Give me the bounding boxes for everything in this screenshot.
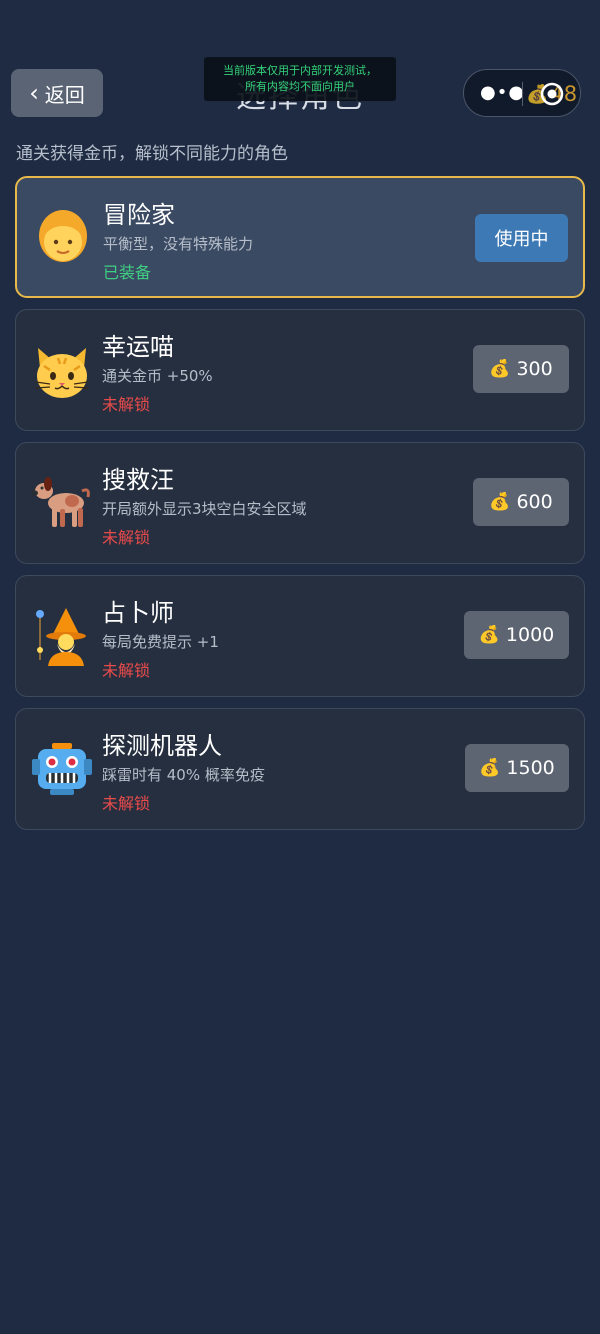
price-label: 300 — [516, 358, 553, 380]
character-desc: 踩雷时有 40% 概率免疫 — [102, 766, 265, 784]
robot-icon — [32, 743, 92, 795]
more-menu-icon[interactable]: ●•● — [480, 84, 525, 102]
debug-banner-line2: 所有内容均不面向用户 — [245, 80, 355, 93]
character-status: 未解锁 — [102, 395, 151, 414]
price-label: 600 — [516, 491, 553, 513]
debug-banner: 当前版本仅用于内部开发测试， 所有内容均不面向用户 — [204, 57, 396, 101]
wizard-icon — [36, 608, 86, 666]
character-desc: 通关金币 +50% — [102, 367, 213, 385]
character-card-rescue-dog[interactable]: 搜救汪 开局额外显示3块空白安全区域 未解锁 💰 600 — [15, 442, 585, 564]
debug-banner-line1: 当前版本仅用于内部开发测试， — [223, 64, 377, 77]
buy-button[interactable]: 💰 1000 — [464, 611, 569, 659]
character-card-detector-robot[interactable]: 探测机器人 踩雷时有 40% 概率免疫 未解锁 💰 1500 — [15, 708, 585, 830]
capsule-divider — [522, 82, 523, 106]
price-label: 1500 — [506, 757, 555, 779]
character-desc: 每局免费提示 +1 — [102, 633, 219, 651]
character-card-adventurer[interactable]: 冒险家 平衡型，没有特殊能力 已装备 使用中 — [15, 176, 585, 298]
character-desc: 开局额外显示3块空白安全区域 — [102, 500, 307, 518]
character-status: 未解锁 — [102, 528, 151, 547]
cat-face-icon — [35, 348, 89, 398]
character-name: 搜救汪 — [102, 466, 174, 494]
character-status: 已装备 — [103, 263, 152, 282]
character-name: 幸运喵 — [102, 333, 174, 361]
character-select-screen: ‹ 返回 选择角色 当前版本仅用于内部开发测试， 所有内容均不面向用户 ●•● … — [0, 0, 600, 1334]
money-bag-icon: 💰 — [489, 359, 511, 379]
close-miniprogram-icon[interactable] — [540, 82, 564, 106]
in-use-button[interactable]: 使用中 — [475, 214, 568, 262]
character-card-fortune-teller[interactable]: 占卜师 每局免费提示 +1 未解锁 💰 1000 — [15, 575, 585, 697]
miniprogram-capsule: ●•● 💰 48 — [463, 69, 581, 117]
character-name: 冒险家 — [103, 201, 175, 229]
buy-button[interactable]: 💰 600 — [473, 478, 569, 526]
character-status: 未解锁 — [102, 794, 151, 813]
dog-icon — [32, 477, 90, 527]
character-card-lucky-cat[interactable]: 幸运喵 通关金币 +50% 未解锁 💰 300 — [15, 309, 585, 431]
blond-person-icon — [39, 210, 87, 262]
money-bag-icon: 💰 — [479, 758, 501, 778]
money-bag-icon: 💰 — [489, 492, 511, 512]
character-status: 未解锁 — [102, 661, 151, 680]
money-bag-icon: 💰 — [478, 625, 500, 645]
buy-button[interactable]: 💰 300 — [473, 345, 569, 393]
character-desc: 平衡型，没有特殊能力 — [103, 235, 254, 253]
character-name: 探测机器人 — [102, 732, 222, 760]
price-label: 1000 — [505, 624, 555, 646]
character-name: 占卜师 — [102, 599, 174, 627]
buy-button[interactable]: 💰 1500 — [465, 744, 569, 792]
page-subtitle: 通关获得金币，解锁不同能力的角色 — [16, 144, 288, 164]
